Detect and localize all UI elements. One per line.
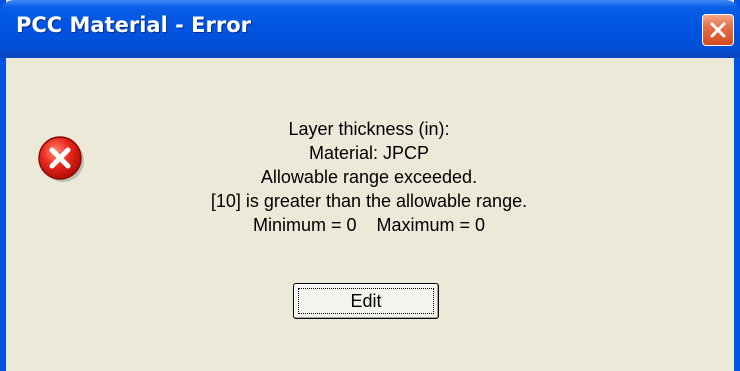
message-line-material: Material: JPCP: [308, 143, 430, 163]
window-title: PCC Material - Error: [16, 13, 251, 37]
edit-button-label: Edit: [298, 288, 434, 314]
edit-button[interactable]: Edit: [293, 283, 439, 319]
message-line-status: Allowable range exceeded.: [260, 167, 478, 187]
message-line-detail: [10] is greater than the allowable range…: [210, 191, 528, 211]
close-icon: [710, 22, 726, 38]
error-dialog-window: PCC Material - Error Layer thickness (in…: [0, 0, 740, 371]
close-button[interactable]: [702, 14, 734, 46]
title-bar[interactable]: PCC Material - Error: [0, 0, 740, 58]
error-icon: [38, 136, 84, 182]
message-line-range: Minimum = 0 Maximum = 0: [252, 215, 486, 235]
dialog-body: Layer thickness (in): Material: JPCP All…: [6, 58, 734, 371]
message-line-field: Layer thickness (in):: [288, 119, 450, 139]
error-message: Layer thickness (in): Material: JPCP All…: [156, 117, 582, 237]
